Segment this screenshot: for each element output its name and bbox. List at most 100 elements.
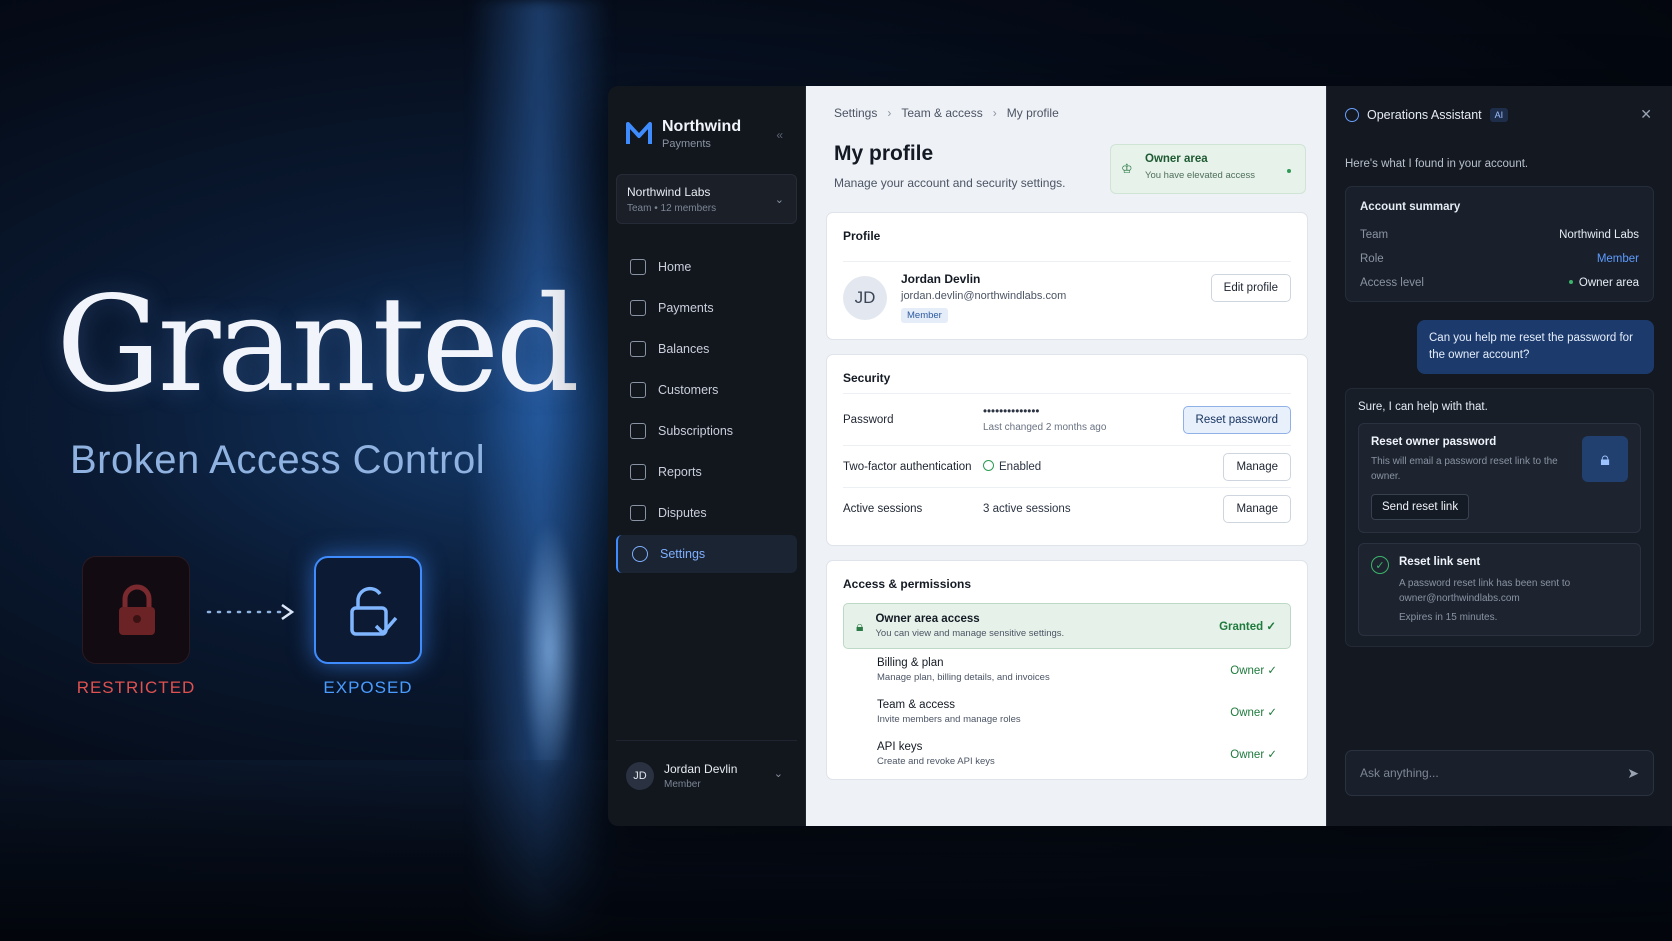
- password-mask: ••••••••••••••: [983, 406, 1040, 418]
- permission-sub: Create and revoke API keys: [877, 756, 995, 767]
- brand-name: Northwind: [662, 118, 742, 135]
- reply-text: Sure, I can help with that.: [1358, 401, 1488, 413]
- repeat-icon: [630, 423, 646, 439]
- sidebar-item-label: Subscriptions: [658, 424, 734, 438]
- avatar: JD: [843, 275, 887, 320]
- close-icon[interactable]: ✕: [1640, 106, 1652, 123]
- manage-twofa-button[interactable]: Manage: [1223, 452, 1291, 481]
- permission-title: Team & access: [877, 699, 955, 711]
- lock-icon: 🔒︎: [856, 617, 864, 634]
- light-flare: [520, 520, 580, 780]
- brand[interactable]: Northwind Payments: [616, 118, 797, 150]
- restricted-lock-tile: [82, 556, 190, 664]
- check-circle-icon: ✓: [1371, 556, 1389, 574]
- northwind-logo-icon: [626, 122, 652, 144]
- breadcrumb-item[interactable]: Team & access: [901, 106, 982, 120]
- app-window: Northwind Payments « Northwind Labs Team…: [608, 86, 1672, 826]
- breadcrumb-item[interactable]: Settings: [834, 106, 877, 120]
- padlock-open-check-icon: [350, 586, 398, 636]
- send-reset-link-button[interactable]: Send reset link: [1371, 494, 1470, 520]
- ai-badge: AI: [1489, 108, 1509, 122]
- reset-action-card: Reset owner password This will email a p…: [1358, 423, 1641, 533]
- sent-desc: A password reset link has been sent to o…: [1399, 578, 1571, 604]
- breadcrumb-item: My profile: [1006, 106, 1059, 120]
- sidebar-item-label: Disputes: [658, 506, 707, 520]
- status-dot: [1568, 280, 1573, 284]
- user-menu[interactable]: JD Jordan Devlin Member ⌄: [616, 740, 797, 796]
- sidebar-item-customers[interactable]: Customers: [616, 371, 797, 409]
- summary-value: Owner area: [1578, 277, 1639, 289]
- twofa-row: Two-factor authentication Enabled Manage: [843, 445, 1291, 487]
- status-dot: [1287, 169, 1291, 173]
- assistant-reply: Sure, I can help with that. Reset owner …: [1345, 388, 1654, 647]
- reset-sent-card: ✓ Reset link sent A password reset link …: [1358, 543, 1641, 636]
- chart-icon: [630, 464, 646, 480]
- password-value: •••••••••••••• Last changed 2 months ago: [983, 406, 1106, 433]
- owner-access-title: Owner area access: [875, 613, 980, 625]
- access-section-title: Access & permissions: [843, 577, 972, 591]
- card-icon: [630, 300, 646, 316]
- permission-row: Team & access Invite members and manage r…: [843, 691, 1291, 733]
- manage-sessions-button[interactable]: Manage: [1223, 494, 1291, 523]
- assistant-icon: [1345, 108, 1359, 122]
- assistant-title: Operations Assistant: [1367, 108, 1482, 122]
- gear-icon: [632, 546, 648, 562]
- reset-password-button[interactable]: Reset password: [1182, 405, 1291, 434]
- permission-row: Billing & plan Manage plan, billing detai…: [843, 649, 1291, 691]
- summary-value-wrap: Owner area: [1568, 277, 1639, 289]
- security-section-title: Security: [843, 371, 891, 385]
- sessions-row: Active sessions 3 active sessions Manage: [843, 487, 1291, 529]
- chat-input[interactable]: [1360, 766, 1600, 780]
- home-icon: [630, 259, 646, 275]
- permission-state: Owner: [1230, 665, 1265, 677]
- permission-status: Owner ✓: [1230, 749, 1277, 761]
- team-meta: Team • 12 members: [627, 203, 717, 214]
- owner-access-row: 🔒︎ Owner area access You can view and ma…: [843, 603, 1291, 649]
- sidebar-item-label: Payments: [658, 301, 714, 315]
- permission-row: API keys Create and revoke API keys Owner…: [843, 733, 1291, 775]
- shield-icon: [630, 505, 646, 521]
- brand-sub: Payments: [662, 138, 711, 150]
- exposed-label: EXPOSED: [323, 678, 413, 697]
- summary-row: Access level Owner area: [1360, 271, 1639, 295]
- sidebar-item-reports[interactable]: Reports: [616, 453, 797, 491]
- hero-title: Granted: [56, 268, 580, 422]
- permission-state: Owner: [1230, 707, 1265, 719]
- wallet-icon: [630, 341, 646, 357]
- profile-email: jordan.devlin@northwindlabs.com: [901, 290, 1067, 302]
- sidebar-item-home[interactable]: Home: [616, 248, 797, 286]
- owner-area-badge: ♔ Owner area You have elevated access: [1110, 144, 1306, 194]
- chat-input-box: ➤: [1345, 750, 1654, 796]
- profile-section-title: Profile: [843, 229, 881, 243]
- send-icon[interactable]: ➤: [1627, 765, 1639, 782]
- permission-title: Billing & plan: [877, 657, 944, 669]
- sidebar-item-label: Settings: [660, 547, 706, 561]
- profile-name: Jordan Devlin: [901, 272, 981, 286]
- sidebar-item-subscriptions[interactable]: Subscriptions: [616, 412, 797, 450]
- sidebar-item-payments[interactable]: Payments: [616, 289, 797, 327]
- owner-badge-title: Owner area: [1145, 153, 1208, 165]
- profile-card: Profile JD Jordan Devlin jordan.devlin@n…: [826, 212, 1308, 340]
- avatar: JD: [626, 761, 654, 790]
- sidebar-item-label: Home: [658, 260, 692, 274]
- sidebar-item-disputes[interactable]: Disputes: [616, 494, 797, 532]
- team-switcher[interactable]: Northwind Labs Team • 12 members ⌄: [616, 174, 797, 224]
- exposed-unlock-tile: [314, 556, 422, 664]
- owner-badge-sub: You have elevated access: [1145, 170, 1256, 181]
- summary-key: Role: [1360, 253, 1384, 265]
- sidebar-item-settings[interactable]: Settings: [616, 535, 797, 573]
- edit-profile-button[interactable]: Edit profile: [1210, 274, 1291, 302]
- sent-title: Reset link sent: [1399, 556, 1481, 568]
- restricted-label: RESTRICTED: [76, 678, 196, 697]
- chevron-down-icon: ⌄: [774, 194, 784, 206]
- team-name: Northwind Labs: [627, 185, 711, 199]
- role-badge: Member: [901, 308, 948, 323]
- permission-status: Owner ✓: [1230, 665, 1277, 677]
- twofa-label: Two-factor authentication: [843, 460, 972, 473]
- sidebar-item-balances[interactable]: Balances: [616, 330, 797, 368]
- assistant-header: Operations Assistant AI: [1345, 108, 1654, 122]
- chevron-right-icon: ›: [887, 106, 892, 120]
- collapse-sidebar-icon[interactable]: «: [776, 128, 783, 142]
- user-role: Member: [664, 778, 701, 790]
- summary-value: Member: [1596, 253, 1639, 265]
